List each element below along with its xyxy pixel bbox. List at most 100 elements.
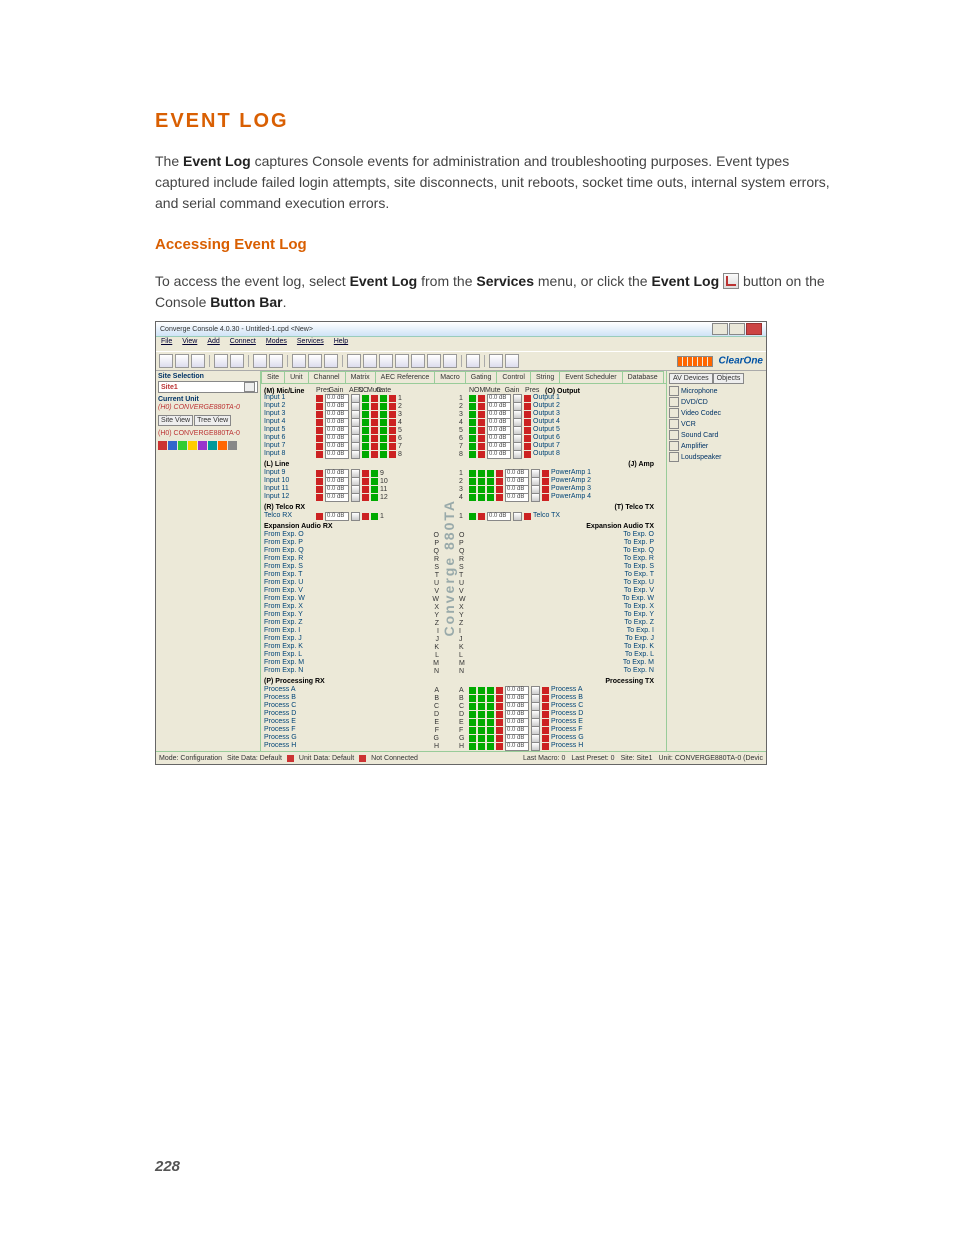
input-label[interactable]: From Exp. Y xyxy=(264,611,319,618)
mute-icon[interactable] xyxy=(371,451,378,458)
dot-icon[interactable] xyxy=(469,478,476,485)
output-row[interactable]: 1 0.0 dB PowerAmp 1 xyxy=(459,469,654,477)
tb-icon-11[interactable] xyxy=(347,354,361,368)
output-label[interactable]: To Exp. T xyxy=(625,571,654,578)
input-row[interactable]: Process F F xyxy=(264,726,439,734)
tab-string[interactable]: String xyxy=(530,371,560,383)
tree-view-button[interactable]: Tree View xyxy=(194,415,231,426)
output-label[interactable]: To Exp. K xyxy=(624,643,654,650)
input-row[interactable]: From Exp. W W xyxy=(264,595,439,603)
pres-icon[interactable] xyxy=(524,451,531,458)
dot-icon[interactable] xyxy=(478,711,485,718)
pres-icon[interactable] xyxy=(524,443,531,450)
dot-icon[interactable] xyxy=(487,735,494,742)
unit-list-item[interactable]: (H0) CONVERGE880TA-0 xyxy=(158,430,258,437)
mute-icon[interactable] xyxy=(496,687,503,694)
input-row[interactable]: From Exp. R R xyxy=(264,555,439,563)
input-label[interactable]: Process F xyxy=(264,726,319,733)
input-label[interactable]: From Exp. L xyxy=(264,651,319,658)
mute-icon[interactable] xyxy=(362,486,369,493)
minimize-button[interactable] xyxy=(712,323,728,335)
output-label[interactable]: To Exp. Q xyxy=(623,547,654,554)
output-label[interactable]: Output 2 xyxy=(533,402,560,409)
output-label[interactable]: To Exp. X xyxy=(624,603,654,610)
agc-icon[interactable] xyxy=(380,451,387,458)
input-label[interactable]: Process G xyxy=(264,734,319,741)
tab-matrix[interactable]: Matrix xyxy=(345,371,376,383)
object-item[interactable]: Sound Card xyxy=(669,430,764,440)
pres-icon[interactable] xyxy=(542,711,549,718)
tb-icon-5[interactable] xyxy=(230,354,244,368)
menu-view[interactable]: View xyxy=(182,338,197,350)
output-row[interactable]: U To Exp. U xyxy=(459,579,654,587)
pres-icon[interactable] xyxy=(542,727,549,734)
mute-icon[interactable] xyxy=(496,735,503,742)
object-item[interactable]: VCR xyxy=(669,419,764,429)
gain-input[interactable]: 0.0 dB xyxy=(325,512,349,521)
input-row[interactable]: Telco RX0.0 dB1 xyxy=(264,512,439,520)
output-label[interactable]: Process C xyxy=(551,702,583,709)
tb-icon-6[interactable] xyxy=(253,354,267,368)
site-dropdown[interactable]: Site1 xyxy=(158,381,258,393)
output-row[interactable]: N To Exp. N xyxy=(459,667,654,675)
object-item[interactable]: Video Codec xyxy=(669,408,764,418)
tab-av-devices[interactable]: AV Devices xyxy=(669,373,713,384)
output-row[interactable]: I To Exp. I xyxy=(459,627,654,635)
output-label[interactable]: PowerAmp 3 xyxy=(551,485,591,492)
agc-icon[interactable] xyxy=(380,427,387,434)
output-label[interactable]: To Exp. I xyxy=(627,627,654,634)
mute-icon[interactable] xyxy=(362,513,369,520)
input-label[interactable]: From Exp. Q xyxy=(264,547,319,554)
input-label[interactable]: Process H xyxy=(264,742,319,749)
output-row[interactable]: G 0.0 dB Process G xyxy=(459,734,654,742)
knob-icon[interactable] xyxy=(531,493,540,502)
aec-icon[interactable] xyxy=(362,419,369,426)
input-label[interactable]: From Exp. X xyxy=(264,603,319,610)
tb-icon-1[interactable] xyxy=(159,354,173,368)
input-label[interactable]: Input 9 xyxy=(264,469,314,476)
dot-icon[interactable] xyxy=(469,395,476,402)
input-row[interactable]: From Exp. O O xyxy=(264,531,439,539)
input-row[interactable]: From Exp. V V xyxy=(264,587,439,595)
output-row[interactable]: L To Exp. L xyxy=(459,651,654,659)
input-row[interactable]: Process E E xyxy=(264,718,439,726)
mute-icon[interactable] xyxy=(478,395,485,402)
output-row[interactable]: H 0.0 dB Process H xyxy=(459,742,654,750)
mute-icon[interactable] xyxy=(478,443,485,450)
output-row[interactable]: Z To Exp. Z xyxy=(459,619,654,627)
tab-site[interactable]: Site xyxy=(261,371,285,383)
pres-icon[interactable] xyxy=(542,695,549,702)
input-row[interactable]: From Exp. L L xyxy=(264,651,439,659)
dot-icon[interactable] xyxy=(469,435,476,442)
input-row[interactable]: From Exp. N N xyxy=(264,667,439,675)
mute-icon[interactable] xyxy=(478,427,485,434)
pres-icon[interactable] xyxy=(316,513,323,520)
agc-icon[interactable] xyxy=(380,395,387,402)
pres-icon[interactable] xyxy=(542,486,549,493)
pres-icon[interactable] xyxy=(316,451,323,458)
dot-icon[interactable] xyxy=(469,470,476,477)
pres-icon[interactable] xyxy=(542,494,549,501)
dot-icon[interactable] xyxy=(469,513,476,520)
object-item[interactable]: Amplifier xyxy=(669,441,764,451)
input-label[interactable]: Process A xyxy=(264,686,319,693)
input-label[interactable]: Input 4 xyxy=(264,418,314,425)
swatch-icon[interactable] xyxy=(188,441,197,450)
knob-icon[interactable] xyxy=(513,450,522,459)
output-label[interactable]: Process A xyxy=(551,686,583,693)
output-label[interactable]: To Exp. P xyxy=(624,539,654,546)
tb-icon-14[interactable] xyxy=(395,354,409,368)
input-row[interactable]: From Exp. T T xyxy=(264,571,439,579)
input-label[interactable]: From Exp. T xyxy=(264,571,319,578)
pres-icon[interactable] xyxy=(524,419,531,426)
mute-icon[interactable] xyxy=(496,727,503,734)
knob-icon[interactable] xyxy=(351,512,360,521)
agc-icon[interactable] xyxy=(380,435,387,442)
input-label[interactable]: Process D xyxy=(264,710,319,717)
pres-icon[interactable] xyxy=(524,411,531,418)
input-label[interactable]: Process C xyxy=(264,702,319,709)
tb-icon-12[interactable] xyxy=(363,354,377,368)
menu-help[interactable]: Help xyxy=(334,338,348,350)
pres-icon[interactable] xyxy=(524,435,531,442)
output-label[interactable]: PowerAmp 4 xyxy=(551,493,591,500)
